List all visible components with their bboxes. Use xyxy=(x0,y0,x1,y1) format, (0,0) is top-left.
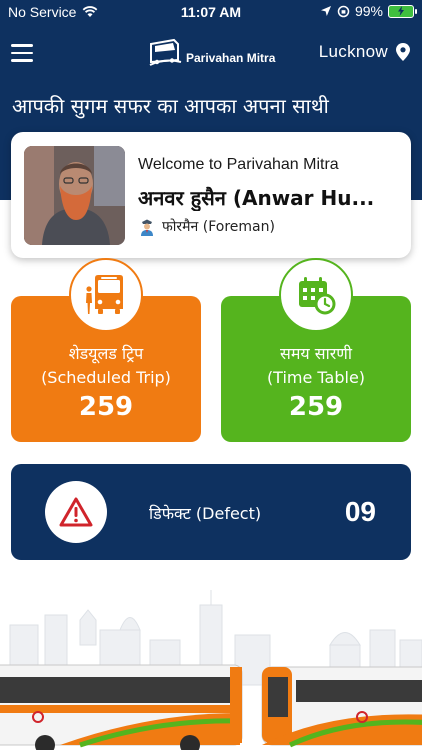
avatar xyxy=(24,146,125,245)
battery-icon xyxy=(388,4,417,18)
status-right: 99% xyxy=(320,3,417,19)
role-label: फोरमैन (Foreman) xyxy=(162,219,275,235)
app-logo: Parivahan Mitra xyxy=(148,38,275,68)
footer-illustration xyxy=(0,585,422,750)
user-role: फोरमैन (Foreman) xyxy=(138,217,275,236)
scheduled-trip-tile[interactable]: शेडयूलड ट्रिप (Scheduled Trip) 259 xyxy=(11,258,201,442)
profile-card[interactable]: Welcome to Parivahan Mitra अनवर हुसैन (A… xyxy=(11,132,411,258)
time-table-label-hi: समय सारणी xyxy=(280,344,352,363)
tagline: आपकी सुगम सफर का आपका अपना साथी xyxy=(12,94,329,118)
time-table-count: 259 xyxy=(288,392,344,422)
user-name: अनवर हुसैन (Anwar Hu... xyxy=(138,186,375,210)
welcome-text: Welcome to Parivahan Mitra xyxy=(138,156,339,173)
time-table-label-en: (Time Table) xyxy=(266,368,366,387)
scheduled-trip-label-hi: शेडयूलड ट्रिप xyxy=(68,344,144,363)
defect-count: 09 xyxy=(344,496,376,527)
battery-percent: 99% xyxy=(354,3,383,19)
scheduled-trip-label-en: (Scheduled Trip) xyxy=(41,368,171,387)
calendar-clock-icon xyxy=(279,258,353,332)
time-table-tile[interactable]: समय सारणी (Time Table) 259 xyxy=(221,258,411,442)
defect-tile[interactable]: डिफेक्ट (Defect) 09 xyxy=(11,464,411,560)
menu-button[interactable] xyxy=(11,44,33,62)
bus-icon xyxy=(69,258,143,332)
location-selector[interactable]: Lucknow xyxy=(319,42,410,62)
warning-icon xyxy=(45,481,107,543)
app-bar: Parivahan Mitra Lucknow xyxy=(0,30,422,80)
scheduled-trip-count: 259 xyxy=(78,392,134,422)
status-bar: No Service 11:07 AM 99% xyxy=(0,0,422,24)
bus-left xyxy=(0,664,243,750)
orientation-lock-icon xyxy=(337,5,350,17)
logo-text: Parivahan Mitra xyxy=(186,51,276,65)
bus-logo-icon xyxy=(149,38,182,66)
city-buses-illustration xyxy=(0,590,422,750)
location-arrow-icon xyxy=(320,6,331,16)
defect-label: डिफेक्ट (Defect) xyxy=(149,504,262,523)
bus-right xyxy=(261,666,422,748)
map-pin-icon xyxy=(396,43,410,61)
location-label: Lucknow xyxy=(318,42,388,61)
officer-icon xyxy=(141,219,153,236)
